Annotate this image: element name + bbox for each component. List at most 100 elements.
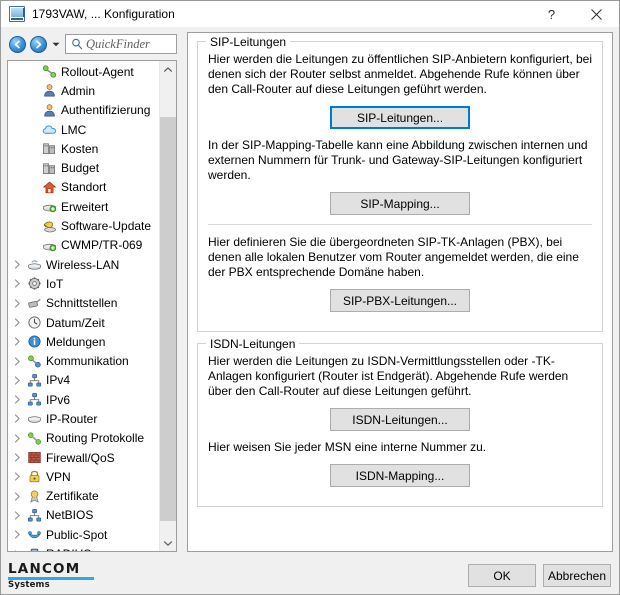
- sip-pbx-leitungen-button[interactable]: SIP-PBX-Leitungen...: [330, 289, 470, 312]
- sidebar-item-vpn[interactable]: VPN: [8, 467, 159, 486]
- sidebar-item-label: VPN: [46, 470, 71, 484]
- cancel-button[interactable]: Abbrechen: [543, 564, 611, 587]
- sidebar-item-label: Kommunikation: [46, 354, 129, 368]
- isdn-description-2: Hier weisen Sie jeder MSN eine interne N…: [208, 440, 592, 455]
- group-sip-leitungen: SIP-Leitungen Hier werden die Leitungen …: [197, 41, 603, 332]
- sidebar-item-authentifizierung[interactable]: Authentifizierung: [8, 101, 159, 120]
- routing-protocol-icon: [25, 431, 43, 446]
- isdn-mapping-button-row: ISDN-Mapping...: [208, 464, 592, 487]
- sidebar-item-label: Zertifikate: [46, 489, 99, 503]
- chevron-right-icon[interactable]: [10, 318, 25, 327]
- search-icon: [70, 37, 84, 51]
- chevron-right-icon[interactable]: [10, 414, 25, 423]
- sip-pbx-button-row: SIP-PBX-Leitungen...: [208, 289, 592, 312]
- group-title: SIP-Leitungen: [206, 35, 290, 49]
- sidebar-item-label: Firewall/QoS: [46, 451, 115, 465]
- window-body: QuickFinder Rollout-Agent AdminAuthentifi…: [1, 27, 619, 558]
- sidebar-item-label: Erweitert: [61, 200, 108, 214]
- chevron-right-icon[interactable]: [10, 337, 25, 346]
- sidebar-item-schnittstellen[interactable]: Schnittstellen: [8, 294, 159, 313]
- chevron-up-icon[interactable]: [160, 61, 176, 77]
- chevron-right-icon[interactable]: [10, 395, 25, 404]
- sidebar-item-wireless-lan[interactable]: Wireless-LAN: [8, 255, 159, 274]
- sidebar-item-budget[interactable]: Budget: [8, 158, 159, 177]
- sidebar-item-standort[interactable]: Standort: [8, 178, 159, 197]
- sidebar-item-label: NetBIOS: [46, 508, 93, 522]
- group-divider: [208, 224, 592, 225]
- sidebar-item-label: Routing Protokolle: [46, 431, 144, 445]
- isdn-leitungen-button-row: ISDN-Leitungen...: [208, 408, 592, 431]
- sidebar-item-netbios[interactable]: NetBIOS: [8, 506, 159, 525]
- sidebar-item-admin[interactable]: Admin: [8, 81, 159, 100]
- network-icon: [25, 392, 43, 407]
- sidebar-item-rollout-agent[interactable]: Rollout-Agent: [8, 62, 159, 81]
- isdn-mapping-button[interactable]: ISDN-Mapping...: [330, 464, 470, 487]
- sidebar-item-datum-zeit[interactable]: Datum/Zeit: [8, 313, 159, 332]
- navigation-toolbar: QuickFinder: [7, 32, 183, 56]
- sidebar-item-erweitert[interactable]: Erweitert: [8, 197, 159, 216]
- sidebar-item-zertifikate[interactable]: Zertifikate: [8, 487, 159, 506]
- sidebar-item-kommunikation[interactable]: Kommunikation: [8, 351, 159, 370]
- sidebar-item-firewall-qos[interactable]: Firewall/QoS: [8, 448, 159, 467]
- sidebar-item-ipv6[interactable]: IPv6: [8, 390, 159, 409]
- configuration-window: 1793VAW, ... Konfiguration ?: [0, 0, 620, 595]
- help-button[interactable]: ?: [529, 1, 574, 27]
- sidebar-item-routing-protokolle[interactable]: Routing Protokolle: [8, 429, 159, 448]
- sidebar-item-public-spot[interactable]: Public-Spot: [8, 525, 159, 544]
- sip-leitungen-button-row: SIP-Leitungen...: [208, 106, 592, 129]
- communication-icon: [25, 354, 43, 369]
- sidebar-item-label: Rollout-Agent: [61, 65, 134, 79]
- sidebar-item-radius[interactable]: RADIUS: [8, 544, 159, 551]
- sip-leitungen-button[interactable]: SIP-Leitungen...: [330, 106, 470, 129]
- admin-user-icon: [40, 83, 58, 98]
- firewall-icon: [25, 450, 43, 465]
- forward-arrow-icon[interactable]: [30, 36, 47, 53]
- chevron-right-icon[interactable]: [10, 453, 25, 462]
- public-spot-icon: [25, 527, 43, 542]
- search-input[interactable]: QuickFinder: [65, 34, 177, 54]
- chevron-right-icon[interactable]: [10, 357, 25, 366]
- sip-description-2: In der SIP-Mapping-Tabelle kann eine Abb…: [208, 138, 592, 183]
- sidebar-item-lmc[interactable]: LMC: [8, 120, 159, 139]
- chevron-down-icon[interactable]: [49, 36, 62, 53]
- sidebar-item-kosten[interactable]: Kosten: [8, 139, 159, 158]
- clock-icon: [25, 315, 43, 330]
- group-isdn-leitungen: ISDN-Leitungen Hier werden die Leitungen…: [197, 343, 603, 507]
- chevron-right-icon[interactable]: [10, 434, 25, 443]
- sidebar-item-iot[interactable]: IoT: [8, 274, 159, 293]
- sidebar-item-software-update[interactable]: Software-Update: [8, 216, 159, 235]
- device-plus-icon: [40, 238, 58, 253]
- tree-items-container: Rollout-AgentAdminAuthentifizierungLMCKo…: [8, 61, 159, 551]
- home-location-icon: [40, 180, 58, 195]
- chevron-right-icon[interactable]: [10, 376, 25, 385]
- sidebar-item-label: IPv6: [46, 393, 70, 407]
- sidebar-item-ipv4[interactable]: IPv4: [8, 371, 159, 390]
- chevron-right-icon[interactable]: [10, 492, 25, 501]
- chevron-right-icon[interactable]: [10, 299, 25, 308]
- chevron-right-icon[interactable]: [10, 550, 25, 551]
- sip-mapping-button[interactable]: SIP-Mapping...: [330, 192, 470, 215]
- interfaces-icon: [25, 296, 43, 311]
- chevron-right-icon[interactable]: [10, 530, 25, 539]
- chevron-right-icon[interactable]: [10, 511, 25, 520]
- chevron-down-icon[interactable]: [160, 535, 176, 551]
- group-title: ISDN-Leitungen: [206, 337, 299, 351]
- chevron-right-icon[interactable]: [10, 279, 25, 288]
- sidebar-item-label: Schnittstellen: [46, 296, 117, 310]
- ok-button[interactable]: OK: [468, 564, 536, 587]
- tree-scrollbar[interactable]: [159, 61, 176, 551]
- chevron-right-icon[interactable]: [10, 472, 25, 481]
- isdn-leitungen-button[interactable]: ISDN-Leitungen...: [330, 408, 470, 431]
- sidebar-item-label: Standort: [61, 180, 106, 194]
- back-arrow-icon[interactable]: [9, 36, 26, 53]
- sidebar-item-ip-router[interactable]: IP-Router: [8, 409, 159, 428]
- close-icon[interactable]: [574, 1, 619, 27]
- window-controls: ?: [529, 1, 619, 27]
- sidebar-item-cwmp-tr-069[interactable]: CWMP/TR-069: [8, 236, 159, 255]
- chevron-right-icon[interactable]: [10, 260, 25, 269]
- sidebar-item-meldungen[interactable]: Meldungen: [8, 332, 159, 351]
- router-icon: [25, 411, 43, 426]
- scrollbar-thumb[interactable]: [160, 117, 176, 521]
- lancom-logo: LANCOM Systems: [8, 563, 94, 590]
- cost-icon: [40, 141, 58, 156]
